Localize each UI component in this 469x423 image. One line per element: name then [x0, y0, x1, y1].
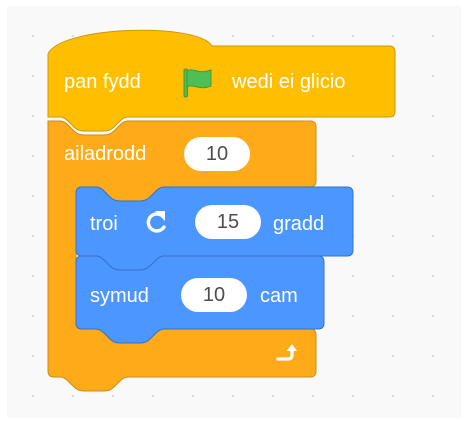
repeat-count-input[interactable]: 10 — [184, 137, 250, 171]
turn-degrees-input[interactable]: 15 — [195, 205, 261, 239]
turn-unit-label: gradd — [273, 213, 325, 235]
when-flag-label-suffix: wedi ei glicio — [232, 71, 346, 93]
green-flag-icon — [181, 67, 215, 104]
script-stack[interactable]: pan fydd wedi ei glicio ailadrodd 10 tro… — [0, 0, 469, 423]
repeat-label: ailadrodd — [64, 143, 147, 165]
turn-label: troi — [90, 213, 118, 235]
move-steps-input[interactable]: 10 — [181, 278, 247, 312]
when-flag-label-prefix: pan fydd — [64, 71, 141, 93]
move-label: symud — [90, 285, 149, 307]
move-unit-label: cam — [260, 285, 298, 307]
loop-arrow-icon — [274, 340, 298, 369]
rotate-right-icon — [142, 207, 172, 242]
